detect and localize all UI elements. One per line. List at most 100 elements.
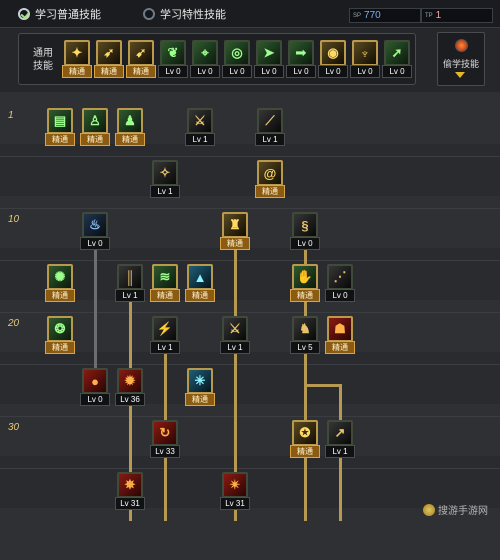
skill-icon: ◉ xyxy=(320,40,346,66)
level-badge: Lv 0 xyxy=(80,393,110,406)
skill-slot-general-3[interactable]: ➹ 精通 xyxy=(126,40,156,80)
mastered-badge: 精通 xyxy=(94,65,124,78)
level-badge: Lv 36 xyxy=(115,393,145,406)
leap-icon: ➶ xyxy=(103,45,115,60)
skill-slot-general-7[interactable]: ➤ Lv 0 xyxy=(254,40,284,80)
steal-skill-button[interactable]: 偷学技能 xyxy=(437,32,485,86)
skill-slot-s7[interactable]: @ 精通 xyxy=(255,160,285,200)
skill-icon: ➹ xyxy=(128,40,154,66)
wings-icon: ❦ xyxy=(167,45,179,60)
level-badge: Lv 0 xyxy=(290,237,320,250)
level-badge: Lv 1 xyxy=(325,445,355,458)
mastered-badge: 精通 xyxy=(220,237,250,250)
skill-slot-s13[interactable]: ≋ 精通 xyxy=(150,264,180,304)
row-divider xyxy=(0,260,500,261)
fighter-icon: ♞ xyxy=(299,321,311,336)
skill-slot-s8[interactable]: ♨ Lv 0 xyxy=(80,212,110,252)
wave-icon: ≋ xyxy=(159,269,171,284)
mastered-badge: 精通 xyxy=(325,341,355,354)
level-badge: Lv 0 xyxy=(222,65,252,78)
crosshair-icon: ⌖ xyxy=(201,45,209,60)
skill-slot-general-6[interactable]: ◎ Lv 0 xyxy=(222,40,252,80)
row-divider xyxy=(0,156,500,157)
skill-slot-s11[interactable]: ✺ 精通 xyxy=(45,264,75,304)
skill-icon: ⌖ xyxy=(192,40,218,66)
skill-slot-s27[interactable]: ↗ Lv 1 xyxy=(325,420,355,460)
kick-icon: ✦ xyxy=(71,45,83,60)
skill-icon: ⋰ xyxy=(327,264,353,290)
skill-slot-s2[interactable]: ♙ 精通 xyxy=(80,108,110,148)
stance-icon: ✧ xyxy=(159,165,171,180)
skill-icon: ✧ xyxy=(152,160,178,186)
tp-tag: TP xyxy=(425,12,433,19)
blade-icon: ⟋ xyxy=(265,113,275,128)
skill-slot-general-4[interactable]: ❦ Lv 0 xyxy=(158,40,188,80)
skill-slot-s5[interactable]: ⟋ Lv 1 xyxy=(255,108,285,148)
skill-slot-s14[interactable]: ▲ 精通 xyxy=(185,264,215,304)
sp-value: 770 xyxy=(364,10,381,21)
mastered-badge: 精通 xyxy=(80,133,110,146)
skill-slot-s4[interactable]: ⚔ Lv 1 xyxy=(185,108,215,148)
skill-slot-s12[interactable]: ║ Lv 1 xyxy=(115,264,145,304)
shatter-icon: ✳ xyxy=(194,373,206,388)
skill-slot-s3[interactable]: ♟ 精通 xyxy=(115,108,145,148)
skill-slot-s21[interactable]: ☗ 精通 xyxy=(325,316,355,356)
skill-icon: ☗ xyxy=(327,316,353,342)
skill-slot-s9[interactable]: ♜ 精通 xyxy=(220,212,250,252)
watermark-text: 搜游手游网 xyxy=(438,506,488,517)
watermark: 搜游手游网 xyxy=(423,502,488,517)
level-badge: Lv 1 xyxy=(150,341,180,354)
skill-slot-s19[interactable]: ⚔ Lv 1 xyxy=(220,316,250,356)
skill-icon: ◎ xyxy=(224,40,250,66)
skill-slot-s25[interactable]: ↻ Lv 33 xyxy=(150,420,180,460)
muscle-icon: ♆ xyxy=(360,45,370,61)
skill-icon: ✺ xyxy=(47,264,73,290)
figure-icon: ♟ xyxy=(124,113,136,128)
skill-slot-general-8[interactable]: ➟ Lv 0 xyxy=(286,40,316,80)
skill-slot-s6[interactable]: ✧ Lv 1 xyxy=(150,160,180,200)
skill-slot-s22[interactable]: ● Lv 0 xyxy=(80,368,110,408)
skill-slot-s16[interactable]: ⋰ Lv 0 xyxy=(325,264,355,304)
skill-slot-s29[interactable]: ✴ Lv 31 xyxy=(220,472,250,512)
walker-icon: ♙ xyxy=(89,113,101,128)
duel-icon: ⚔ xyxy=(229,321,241,336)
skill-slot-s18[interactable]: ⚡ Lv 1 xyxy=(150,316,180,356)
skill-slot-s26[interactable]: ✪ 精通 xyxy=(290,420,320,460)
tab-normal-skills[interactable]: 学习普通技能 xyxy=(18,6,101,22)
tiger-icon: ✪ xyxy=(299,425,311,440)
skill-icon: ❂ xyxy=(47,316,73,342)
skill-slot-general-1[interactable]: ✦ 精通 xyxy=(62,40,92,80)
skill-slot-general-2[interactable]: ➶ 精通 xyxy=(94,40,124,80)
skill-slot-general-10[interactable]: ♆ Lv 0 xyxy=(350,40,380,80)
level-badge: Lv 0 xyxy=(158,65,188,78)
skill-slot-general-5[interactable]: ⌖ Lv 0 xyxy=(190,40,220,80)
skill-icon: ⟋ xyxy=(257,108,283,134)
skill-slot-s20[interactable]: ♞ Lv 5 xyxy=(290,316,320,356)
row-divider xyxy=(0,364,500,365)
skill-slot-s10[interactable]: § Lv 0 xyxy=(290,212,320,252)
skill-icon: ♙ xyxy=(82,108,108,134)
skill-icon: ↻ xyxy=(152,420,178,446)
level-badge: Lv 5 xyxy=(290,341,320,354)
level-badge: Lv 0 xyxy=(286,65,316,78)
skill-slot-s23[interactable]: ✹ Lv 36 xyxy=(115,368,145,408)
skill-icon: ✵ xyxy=(117,472,143,498)
skill-icon: ➶ xyxy=(96,40,122,66)
skill-icon: ➤ xyxy=(256,40,282,66)
slash-icon: ⚔ xyxy=(194,113,206,128)
hand-icon: ✋ xyxy=(296,269,314,284)
spear-icon: ↗ xyxy=(334,425,346,440)
row-divider xyxy=(0,416,500,417)
runner-icon: ➹ xyxy=(135,45,147,60)
row-divider xyxy=(0,468,500,469)
tab-trait-skills[interactable]: 学习特性技能 xyxy=(143,6,226,22)
skill-slot-general-9[interactable]: ◉ Lv 0 xyxy=(318,40,348,80)
level-badge: Lv 1 xyxy=(255,133,285,146)
skill-slot-s24[interactable]: ✳ 精通 xyxy=(185,368,215,408)
skill-slot-s1[interactable]: ▤ 精通 xyxy=(45,108,75,148)
skill-slot-s28[interactable]: ✵ Lv 31 xyxy=(115,472,145,512)
skill-slot-s17[interactable]: ❂ 精通 xyxy=(45,316,75,356)
skill-slot-general-11[interactable]: ➚ Lv 0 xyxy=(382,40,412,80)
general-label-line1: 通用 xyxy=(33,48,53,59)
skill-slot-s15[interactable]: ✋ 精通 xyxy=(290,264,320,304)
